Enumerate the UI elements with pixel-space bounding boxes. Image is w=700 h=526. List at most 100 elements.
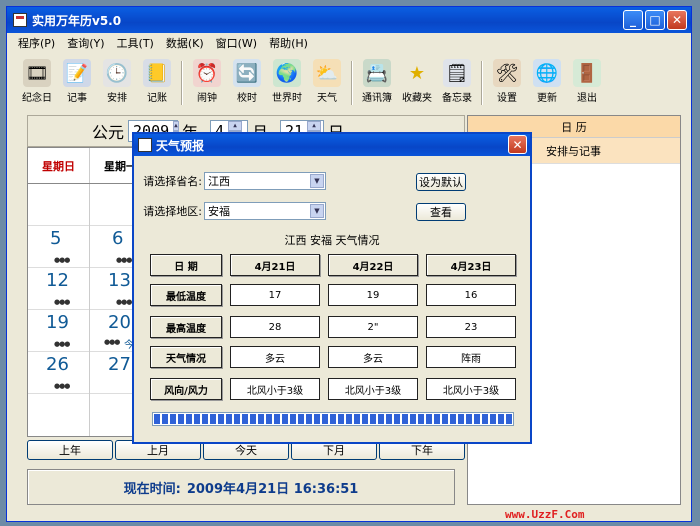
tool-exit[interactable]: 🚪 退出 [567, 55, 607, 104]
menu-window[interactable]: 窗口(W) [213, 35, 260, 51]
progress-block [362, 414, 368, 424]
progress-block [274, 414, 280, 424]
tool-anniversary[interactable]: 🎞 纪念日 [17, 55, 57, 104]
progress-block [234, 414, 240, 424]
tool-settings[interactable]: 🛠 设置 [487, 55, 527, 104]
day-cell-19[interactable]: 19 [46, 312, 69, 333]
watermark: www.UzzF.Com [505, 508, 585, 521]
day-cell-20[interactable]: 20 [108, 312, 131, 333]
progress-block [506, 414, 512, 424]
dialog-title: 天气预报 [156, 138, 205, 153]
progress-block [426, 414, 432, 424]
tool-favorites[interactable]: ★ 收藏夹 [397, 55, 437, 105]
memo-icon: 🗒 [443, 59, 471, 87]
menu-help[interactable]: 帮助(H) [266, 35, 311, 51]
dialog-close-button[interactable]: ✕ [508, 135, 527, 154]
chevron-down-icon[interactable]: ▼ [310, 204, 324, 218]
wind-1: 北风小于3级 [230, 378, 320, 400]
progress-block [458, 414, 464, 424]
weather-icon: ⛅ [313, 59, 341, 87]
notebook-icon: 📝 [63, 59, 91, 87]
tool-time-sync[interactable]: 🔄 校时 [227, 55, 267, 104]
progress-block [450, 414, 456, 424]
menu-program[interactable]: 程序(P) [15, 35, 58, 51]
menu-data[interactable]: 数据(K) [163, 35, 207, 51]
progress-block [442, 414, 448, 424]
tool-world-time[interactable]: 🌍 世界时 [267, 55, 307, 104]
progress-block [394, 414, 400, 424]
chevron-down-icon[interactable]: ▼ [310, 174, 324, 188]
col-header-date-1: 4月21日 [230, 254, 320, 276]
day-cell-13[interactable]: 13 [108, 270, 131, 291]
progress-block [466, 414, 472, 424]
prev-year-button[interactable]: 上年 [27, 440, 113, 460]
menu-query[interactable]: 查询(Y) [64, 35, 107, 51]
weather-2: 多云 [328, 346, 418, 368]
progress-block [162, 414, 168, 424]
day-cell-5[interactable]: 5 [50, 228, 61, 249]
row-header-wind: 风向/风力 [150, 378, 222, 400]
progress-block [290, 414, 296, 424]
tool-contacts[interactable]: 📇 通讯簿 [357, 55, 397, 104]
progress-block [202, 414, 208, 424]
high-temp-2: 2" [328, 316, 418, 338]
weather-3: 阵雨 [426, 346, 516, 368]
view-button[interactable]: 查看 [416, 203, 466, 221]
progress-block [314, 414, 320, 424]
set-default-button[interactable]: 设为默认 [416, 173, 466, 191]
day-marker: ●●● [116, 298, 132, 306]
progress-block [490, 414, 496, 424]
current-time-value: 2009年4月21日 16:36:51 [186, 481, 359, 497]
tool-notes[interactable]: 📝 记事 [57, 55, 97, 104]
low-temp-3: 16 [426, 284, 516, 306]
day-cell-27[interactable]: 27 [108, 354, 131, 375]
tool-alarm[interactable]: ⏰ 闹钟 [187, 55, 227, 104]
tools-icon: 🛠 [493, 59, 521, 87]
progress-block [154, 414, 160, 424]
progress-block [218, 414, 224, 424]
progress-block [210, 414, 216, 424]
region-label: 请选择地区: [143, 205, 202, 218]
calendar-app-icon [13, 13, 27, 27]
menu-tools[interactable]: 工具(T) [114, 35, 157, 51]
progress-block [474, 414, 480, 424]
progress-block [434, 414, 440, 424]
dialog-title-bar[interactable]: 天气预报 ✕ [134, 134, 530, 156]
current-time-label: 现在时间: [123, 481, 181, 497]
wind-3: 北风小于3级 [426, 378, 516, 400]
province-select[interactable]: 江西 ▼ [204, 172, 326, 190]
maximize-button[interactable]: □ [645, 10, 665, 30]
exit-icon: 🚪 [573, 59, 601, 87]
minimize-button[interactable]: _ [623, 10, 643, 30]
close-icon: ✕ [512, 137, 523, 152]
col-header-date-3: 4月23日 [426, 254, 516, 276]
day-cell-12[interactable]: 12 [46, 270, 69, 291]
progress-block [306, 414, 312, 424]
calendar-app-icon [138, 138, 152, 152]
tool-accounts[interactable]: 📒 记账 [137, 55, 177, 104]
day-cell-6[interactable]: 6 [112, 228, 123, 249]
tool-weather[interactable]: ⛅ 天气 [307, 55, 347, 104]
col-header-date-2: 4月22日 [328, 254, 418, 276]
window-title: 实用万年历v5.0 [32, 13, 122, 28]
row-header-high-temp: 最高温度 [150, 316, 222, 338]
current-time-bar: 现在时间: 2009年4月21日 16:36:51 [27, 469, 455, 505]
close-button[interactable]: ✕ [667, 10, 687, 30]
weather-1: 多云 [230, 346, 320, 368]
minimize-icon: _ [630, 13, 636, 27]
high-temp-1: 28 [230, 316, 320, 338]
star-icon: ★ [408, 62, 426, 84]
tool-schedule[interactable]: 🕒 安排 [97, 55, 137, 104]
day-cell-26[interactable]: 26 [46, 354, 69, 375]
progress-block [402, 414, 408, 424]
progress-block [298, 414, 304, 424]
region-select[interactable]: 安福 ▼ [204, 202, 326, 220]
day-marker: ●●● [104, 338, 120, 346]
tool-memo[interactable]: 🗒 备忘录 [437, 55, 477, 104]
low-temp-2: 19 [328, 284, 418, 306]
row-header-low-temp: 最低温度 [150, 284, 222, 306]
menu-bar: 程序(P) 查询(Y) 工具(T) 数据(K) 窗口(W) 帮助(H) [7, 34, 691, 52]
title-bar[interactable]: 实用万年历v5.0 _ □ ✕ [7, 7, 691, 33]
tool-update[interactable]: 🌐 更新 [527, 55, 567, 104]
toolbar: 🎞 纪念日 📝 记事 🕒 安排 📒 记账 ⏰ 闹钟 🔄 校时 🌍 世界时 ⛅ 天气 📇 通讯簿 ★… [7, 55, 691, 115]
